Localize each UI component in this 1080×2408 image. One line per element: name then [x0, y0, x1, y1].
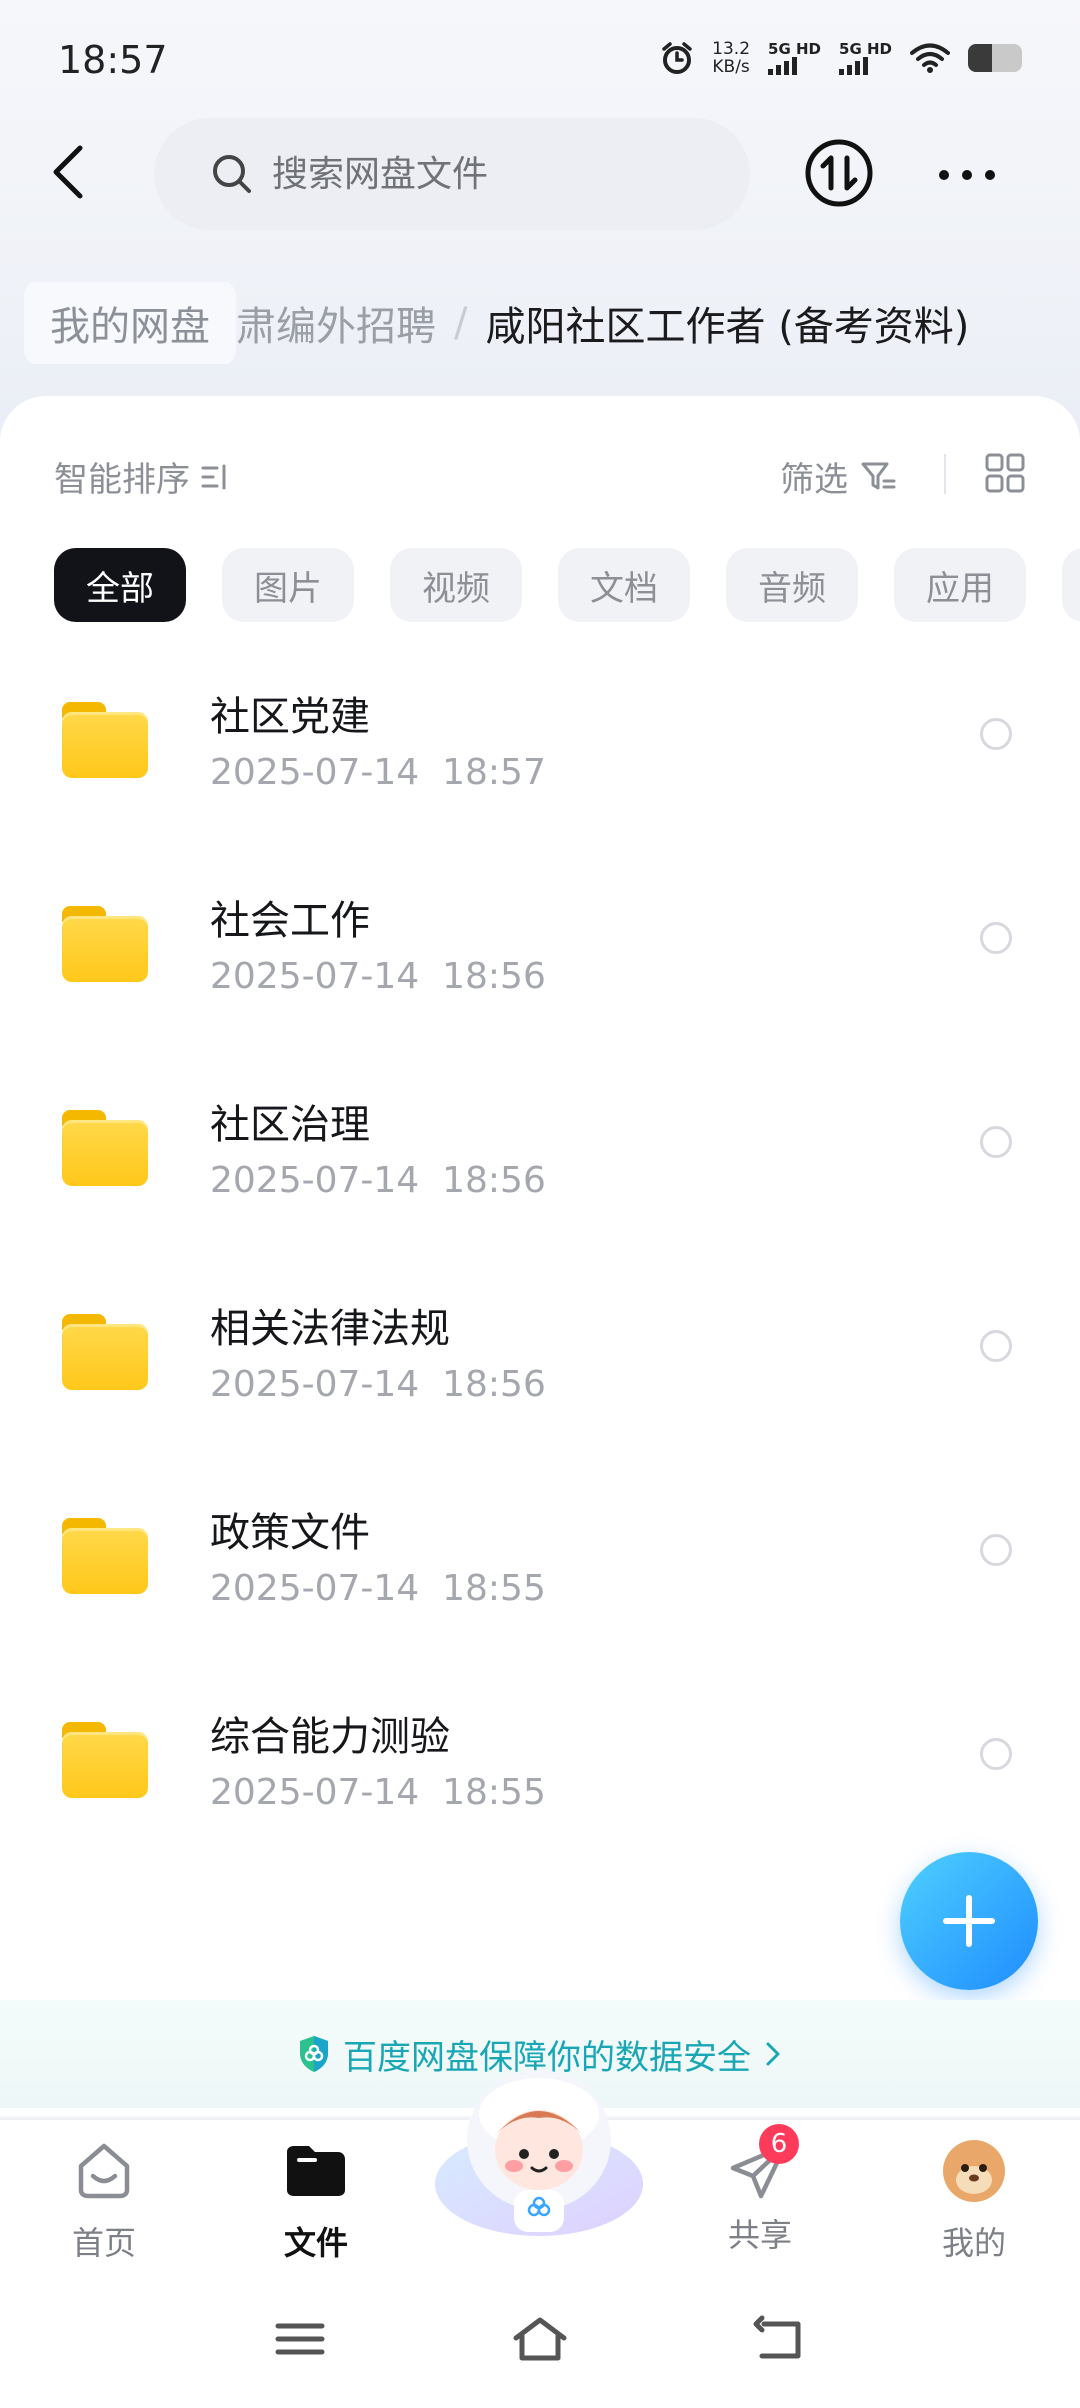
list-item[interactable]: 综合能力测验 2025-07-14 18:55	[0, 1676, 1080, 1880]
select-radio[interactable]	[980, 718, 1012, 750]
file-modified: 2025-07-14 18:55	[210, 1772, 546, 1813]
search-input[interactable]	[272, 118, 712, 230]
file-name: 政策文件	[210, 1510, 370, 1556]
filter-label: 筛选	[780, 460, 848, 500]
select-radio[interactable]	[980, 1534, 1012, 1566]
sim2-label: 5G HD	[839, 39, 892, 58]
select-radio[interactable]	[980, 922, 1012, 954]
shield-icon	[300, 2036, 328, 2072]
wifi-icon	[910, 43, 950, 73]
battery-icon	[968, 44, 1022, 72]
tab-mine[interactable]: 我的	[894, 2138, 1054, 2264]
status-bar: 18:57 13.2 KB/s 5G HD 5G HD	[0, 0, 1080, 120]
file-modified: 2025-07-14 18:56	[210, 1364, 546, 1405]
signal-bars-icon	[839, 56, 869, 75]
file-modified: 2025-07-14 18:56	[210, 956, 546, 997]
folder-tab-icon	[287, 2146, 345, 2196]
system-navigation-bar	[0, 2270, 1080, 2408]
tab-home[interactable]: 首页	[24, 2138, 184, 2264]
status-time: 18:57	[58, 38, 168, 82]
transfer-list-icon[interactable]	[804, 138, 874, 208]
file-name: 综合能力测验	[210, 1714, 450, 1760]
list-item[interactable]: 政策文件 2025-07-14 18:55	[0, 1472, 1080, 1676]
folder-icon	[62, 906, 148, 982]
tab-share[interactable]: 6 共享	[680, 2124, 840, 2256]
network-speed-value: 13.2	[712, 39, 751, 59]
breadcrumb-current: 咸阳社区工作者 (备考资料)	[485, 304, 970, 350]
category-chips: 全部 图片 视频 文档 音频 应用	[54, 548, 1080, 622]
menu-icon[interactable]	[270, 2314, 330, 2364]
share-icon-wrap: 6	[727, 2124, 799, 2204]
folder-icon	[62, 1314, 148, 1390]
chip-more[interactable]	[1062, 548, 1080, 622]
file-list-panel: 智能排序 筛选 全部 图片 视频 文档 音频 应用 社区党建 2025-07-1…	[0, 396, 1080, 2116]
back-nav-icon[interactable]	[750, 2314, 810, 2364]
file-name: 社区党建	[210, 694, 370, 740]
chip-all[interactable]: 全部	[54, 548, 186, 622]
select-radio[interactable]	[980, 1330, 1012, 1362]
folder-icon	[62, 1518, 148, 1594]
file-name: 社区治理	[210, 1102, 370, 1148]
list-item[interactable]: 社区治理 2025-07-14 18:56	[0, 1064, 1080, 1268]
tab-files-label: 文件	[283, 2224, 348, 2262]
add-button[interactable]	[900, 1852, 1038, 1990]
select-radio[interactable]	[980, 1738, 1012, 1770]
chevron-right-icon	[766, 2042, 780, 2066]
sort-label: 智能排序	[54, 460, 190, 500]
home-nav-icon[interactable]	[510, 2314, 570, 2364]
network-speed: 13.2 KB/s	[712, 40, 750, 76]
sort-button[interactable]: 智能排序	[54, 452, 230, 501]
filter-icon	[861, 462, 896, 489]
toolbar-divider	[944, 454, 946, 494]
breadcrumb: 我的网盘 肃编外招聘 / 咸阳社区工作者 (备考资料)	[24, 282, 1080, 364]
status-icons: 13.2 KB/s 5G HD 5G HD	[660, 40, 1022, 76]
folder-icon	[62, 1110, 148, 1186]
chip-documents[interactable]: 文档	[558, 548, 690, 622]
back-arrow-icon[interactable]	[40, 140, 96, 204]
chip-audio[interactable]: 音频	[726, 548, 858, 622]
sort-icon	[201, 464, 226, 489]
breadcrumb-separator: /	[454, 300, 468, 346]
tab-home-label: 首页	[71, 2224, 136, 2262]
avatar	[943, 2140, 1005, 2202]
list-item[interactable]: 社会工作 2025-07-14 18:56	[0, 860, 1080, 1064]
file-modified: 2025-07-14 18:55	[210, 1568, 546, 1609]
grid-view-icon[interactable]	[984, 452, 1026, 494]
file-name: 相关法律法规	[210, 1306, 450, 1352]
folder-icon	[62, 702, 148, 778]
alarm-icon	[662, 42, 692, 74]
search-icon	[213, 155, 251, 193]
sim1-signal: 5G HD	[768, 39, 822, 75]
tab-share-label: 共享	[727, 2216, 792, 2254]
signal-bars-icon	[768, 56, 798, 75]
search-bar[interactable]	[154, 118, 750, 230]
breadcrumb-root[interactable]: 我的网盘	[24, 282, 236, 364]
file-list: 社区党建 2025-07-14 18:57 社会工作 2025-07-14 18…	[0, 656, 1080, 1880]
tab-files[interactable]: 文件	[236, 2138, 396, 2264]
file-modified: 2025-07-14 18:57	[210, 752, 546, 793]
sim2-signal: 5G HD	[839, 39, 892, 75]
chip-videos[interactable]: 视频	[390, 548, 522, 622]
chip-images[interactable]: 图片	[222, 548, 354, 622]
breadcrumb-parent[interactable]: 肃编外招聘	[236, 294, 436, 352]
list-item[interactable]: 相关法律法规 2025-07-14 18:56	[0, 1268, 1080, 1472]
network-speed-unit: KB/s	[712, 57, 750, 77]
mascot-assistant-button[interactable]	[432, 2064, 646, 2240]
tab-mine-label: 我的	[941, 2224, 1006, 2262]
sim1-label: 5G HD	[768, 39, 822, 58]
filter-button[interactable]: 筛选	[780, 452, 898, 501]
home-icon	[78, 2143, 130, 2199]
share-badge: 6	[759, 2124, 799, 2164]
more-options-icon[interactable]	[932, 150, 1002, 200]
folder-icon	[62, 1722, 148, 1798]
list-item[interactable]: 社区党建 2025-07-14 18:57	[0, 656, 1080, 860]
select-radio[interactable]	[980, 1126, 1012, 1158]
file-modified: 2025-07-14 18:56	[210, 1160, 546, 1201]
file-name: 社会工作	[210, 898, 370, 944]
chip-apps[interactable]: 应用	[894, 548, 1026, 622]
